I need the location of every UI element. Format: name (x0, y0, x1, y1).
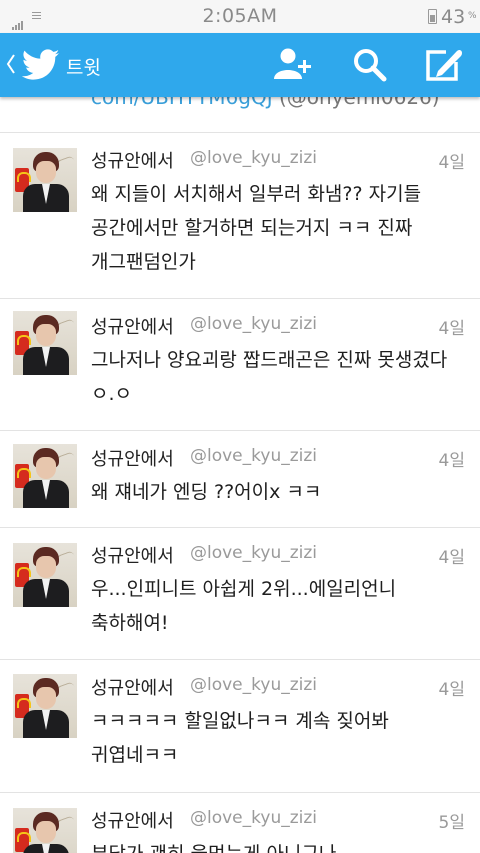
tweet-text-line: 우...인피니트 아쉽게 2위...에일리언니 (91, 578, 397, 600)
tweet-text-line: 부담가 괜히 울먹는게 아니구나 (91, 837, 471, 853)
battery-level: 43 (441, 6, 466, 28)
status-time: 2:05AM (202, 5, 278, 27)
back-chevron-icon[interactable] (6, 53, 16, 75)
tweet-author-name[interactable]: 성규안에서 (91, 445, 174, 471)
tweet-author-handle[interactable]: @love_kyu_zizi (190, 314, 317, 334)
partial-tweet-link[interactable]: com/UBHYTM6gQJ (91, 97, 273, 109)
compose-icon[interactable] (424, 47, 464, 83)
twitter-bird-icon[interactable] (22, 49, 60, 81)
tweet-text: 왜 쟤네가 엔딩 ??어이x ㅋㅋ (91, 475, 471, 509)
tweet-item[interactable]: 성규안에서 @love_kyu_zizi 4일 그나저나 양요괴랑 짭드래곤은 … (0, 299, 480, 430)
status-bar: 2:05AM 43 % (0, 0, 480, 33)
battery-unit: % (468, 11, 477, 21)
tweet-timestamp: 5일 (438, 813, 465, 833)
tweet-text-line: 왜 쟤네가 엔딩 ??어이x ㅋㅋ (91, 481, 322, 503)
tweet-author-handle[interactable]: @love_kyu_zizi (190, 808, 317, 828)
partial-tweet-text[interactable]: com/UBHYTM6gQJ (@ohyemi0626) (91, 97, 440, 109)
add-user-icon[interactable] (273, 47, 313, 81)
tweet-timestamp: 4일 (438, 319, 465, 339)
tweet-author-handle[interactable]: @love_kyu_zizi (190, 148, 317, 168)
tweet-author-name[interactable]: 성규안에서 (91, 807, 174, 833)
avatar[interactable] (13, 311, 77, 375)
tweet-author-handle[interactable]: @love_kyu_zizi (190, 675, 317, 695)
avatar[interactable] (13, 543, 77, 607)
tweet-timestamp: 4일 (438, 153, 465, 173)
tweet-item[interactable]: 성규안에서 @love_kyu_zizi 4일 ㅋㅋㅋㅋㅋ 할일없나ㅋㅋ 계속 … (0, 660, 480, 792)
tweet-text-line: ㅇ.ㅇ (91, 383, 132, 405)
tweet-text: 그나저나 양요괴랑 짭드래곤은 진짜 못생겼다 ㅇ.ㅇ (91, 343, 471, 411)
tweet-timestamp: 4일 (438, 548, 465, 568)
tweet-text-line: 공간에서만 할거하면 되는거지 ㅋㅋ 진짜 (91, 217, 413, 239)
tweet-text-line: 축하해여! (91, 612, 169, 634)
tweet-text: 부담가 괜히 울먹는게 아니구나 (91, 837, 471, 853)
tweet-text-line: 그나저나 양요괴랑 짭드래곤은 진짜 못생겼다 (91, 349, 448, 371)
tweet-author-name[interactable]: 성규안에서 (91, 674, 174, 700)
tweet-author-handle[interactable]: @love_kyu_zizi (190, 543, 317, 563)
tweet-item[interactable]: 성규안에서 @love_kyu_zizi 4일 왜 쟤네가 엔딩 ??어이x ㅋ… (0, 431, 480, 527)
tweet-author-name[interactable]: 성규안에서 (91, 313, 174, 339)
avatar[interactable] (13, 148, 77, 212)
tweet-item[interactable]: 성규안에서 @love_kyu_zizi 5일 부담가 괜히 울먹는게 아니구나 (0, 793, 480, 853)
tweet-author-handle[interactable]: @love_kyu_zizi (190, 446, 317, 466)
action-bar: 트윗 (0, 33, 480, 97)
avatar[interactable] (13, 444, 77, 508)
tweet-author-name[interactable]: 성규안에서 (91, 542, 174, 568)
avatar[interactable] (13, 808, 77, 853)
tweet-text-line: 왜 지들이 서치해서 일부러 화냄?? 자기들 (91, 183, 422, 205)
avatar[interactable] (13, 674, 77, 738)
search-icon[interactable] (352, 47, 388, 83)
tweet-item[interactable]: 성규안에서 @love_kyu_zizi 4일 왜 지들이 서치해서 일부러 화… (0, 133, 480, 298)
tweet-text: 왜 지들이 서치해서 일부러 화냄?? 자기들 공간에서만 할거하면 되는거지 … (91, 177, 471, 279)
tweet-timestamp: 4일 (438, 680, 465, 700)
tweet-item[interactable]: 성규안에서 @love_kyu_zizi 4일 우...인피니트 아쉽게 2위.… (0, 528, 480, 659)
tweet-text-line: 귀엽네ㅋㅋ (91, 744, 179, 766)
tweet-timeline[interactable]: com/UBHYTM6gQJ (@ohyemi0626) 성규안에서 @love… (0, 97, 480, 853)
tweet-text: 우...인피니트 아쉽게 2위...에일리언니 축하해여! (91, 572, 471, 640)
battery-icon (428, 9, 437, 24)
partial-tweet-via[interactable]: (@ohyemi0626) (279, 97, 440, 109)
tweet-timestamp: 4일 (438, 451, 465, 471)
screen-title: 트윗 (66, 57, 101, 79)
tweet-author-name[interactable]: 성규안에서 (91, 147, 174, 173)
tweet-text-line: 개그팬덤인가 (91, 251, 196, 273)
tweet-text-line: ㅋㅋㅋㅋㅋ 할일없나ㅋㅋ 계속 짖어봐 (91, 710, 389, 732)
tweet-text: ㅋㅋㅋㅋㅋ 할일없나ㅋㅋ 계속 짖어봐 귀엽네ㅋㅋ (91, 704, 471, 772)
